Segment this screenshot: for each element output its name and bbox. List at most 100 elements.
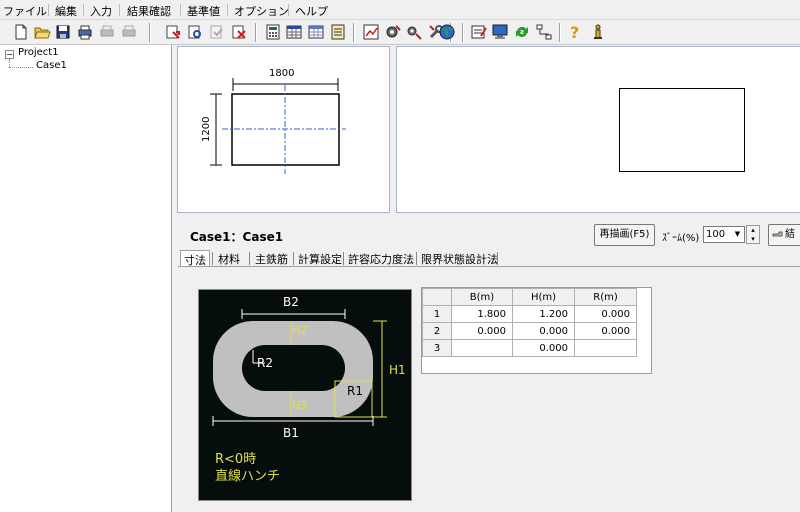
label-h3: H3	[292, 399, 308, 412]
tab-dimensions[interactable]: 寸法	[180, 250, 210, 267]
cell-b[interactable]: 1.800	[451, 305, 513, 323]
zoom-select[interactable]: 100 ▼	[703, 226, 745, 243]
redraw-button[interactable]: 再描画(F5)	[594, 224, 655, 246]
case-title: Case1：Case1	[190, 230, 284, 244]
cell-r[interactable]: 0.000	[574, 322, 637, 340]
print-preview-icon	[98, 23, 116, 41]
label-b1: B1	[283, 426, 299, 440]
new-file-icon[interactable]	[12, 23, 30, 41]
toolbar: ?	[0, 20, 800, 45]
menu-results[interactable]: 結果確認	[127, 3, 171, 19]
menu-file[interactable]: ファイル	[3, 3, 47, 19]
cell-h[interactable]: 1.200	[512, 305, 575, 323]
print-icon[interactable]	[76, 23, 94, 41]
overview-rectangle	[619, 88, 745, 172]
table-row: 2 0.000 0.000 0.000	[422, 322, 637, 340]
toolbar-separator	[255, 23, 257, 42]
svg-text:?: ?	[570, 23, 579, 41]
tab-limit-state[interactable]: 限界状態設計法	[418, 250, 501, 267]
column-header-r: R(m)	[574, 288, 637, 306]
save-icon[interactable]	[54, 23, 72, 41]
tab-materials[interactable]: 材料	[215, 250, 243, 267]
find-data-icon[interactable]	[186, 23, 204, 41]
menu-separator	[180, 4, 181, 16]
menu-standards[interactable]: 基準値	[187, 3, 220, 19]
cell-b[interactable]: 0.000	[451, 322, 513, 340]
menu-separator	[288, 4, 289, 16]
tab-separator	[343, 252, 344, 265]
grid-icon[interactable]	[307, 23, 325, 41]
monitor-icon[interactable]	[491, 23, 509, 41]
tab-separator	[249, 252, 250, 265]
chart-icon[interactable]	[362, 23, 380, 41]
column-header-b: B(m)	[451, 288, 513, 306]
menu-edit[interactable]: 編集	[55, 3, 77, 19]
tab-separator	[212, 252, 213, 265]
cell-r[interactable]: 0.000	[574, 305, 637, 323]
label-r1: R1	[347, 384, 363, 398]
chevron-down-icon[interactable]: ▼	[731, 227, 744, 242]
toolbar-separator	[462, 23, 464, 42]
cell-h[interactable]: 0.000	[512, 339, 575, 357]
calculate-icon[interactable]	[264, 23, 282, 41]
tree-item-case[interactable]: Case1	[36, 60, 67, 71]
label-r2: R2	[257, 356, 273, 370]
tab-calc-settings[interactable]: 計算設定	[295, 250, 345, 267]
menu-help[interactable]: ヘルプ	[295, 3, 328, 19]
label-h2: H2	[292, 324, 308, 337]
print-setup-icon	[120, 23, 138, 41]
help-icon[interactable]: ?	[566, 23, 584, 41]
spin-down-icon[interactable]: ▾	[747, 235, 759, 244]
settings-gear-icon[interactable]	[384, 23, 402, 41]
tab-separator	[497, 252, 498, 265]
column-header-h: H(m)	[512, 288, 575, 306]
menu-bar: ファイル 編集 入力 結果確認 基準値 オプション ヘルプ	[0, 0, 800, 20]
note-line-2: 直線ハンチ	[215, 469, 281, 484]
network-icon[interactable]	[535, 23, 553, 41]
cell-h[interactable]: 0.000	[512, 322, 575, 340]
tree-expander[interactable]: −	[5, 50, 14, 59]
project-tree: − Project1 Case1	[0, 45, 172, 512]
label-h1: H1	[389, 363, 406, 377]
about-icon[interactable]	[589, 23, 607, 41]
table-header-row: B(m) H(m) R(m)	[422, 288, 637, 306]
row-number: 3	[422, 339, 452, 357]
tree-connector	[9, 59, 10, 67]
width-dimension-label: 1800	[269, 68, 295, 79]
open-folder-icon[interactable]	[33, 23, 51, 41]
tree-item-project[interactable]: Project1	[18, 47, 59, 58]
height-dimension-label: 1200	[201, 116, 212, 142]
toolbar-separator	[149, 23, 151, 42]
delete-data-icon[interactable]	[230, 23, 248, 41]
cross-section-diagram: B2 B1 H1 H2 H3 R1 R2 R<0時 直線ハンチ	[198, 289, 412, 501]
tools-icon[interactable]	[405, 23, 423, 41]
zoom-label: ｽﾞｰﾑ(%)	[662, 233, 700, 244]
table-row: 3 0.000	[422, 339, 637, 357]
result-button-label: 結	[785, 229, 795, 240]
cell-b[interactable]	[451, 339, 513, 357]
hand-pointer-icon	[772, 228, 784, 240]
report-icon[interactable]	[329, 23, 347, 41]
overview-preview	[396, 46, 800, 213]
zoom-spinner[interactable]: ▴ ▾	[746, 225, 760, 244]
toolbar-separator	[559, 23, 561, 42]
spin-up-icon[interactable]: ▴	[747, 226, 759, 235]
row-number: 2	[422, 322, 452, 340]
table-icon[interactable]	[285, 23, 303, 41]
input-data-icon[interactable]	[164, 23, 182, 41]
menu-input[interactable]: 入力	[90, 3, 112, 19]
cell-r[interactable]	[574, 339, 637, 357]
globe-icon[interactable]	[438, 23, 456, 41]
row-number: 1	[422, 305, 452, 323]
corner-cell	[422, 288, 452, 306]
result-button[interactable]: 結	[768, 224, 800, 246]
tab-separator	[416, 252, 417, 265]
menu-options[interactable]: オプション	[234, 3, 289, 19]
refresh-icon[interactable]	[513, 23, 531, 41]
edit-form-icon[interactable]	[470, 23, 488, 41]
tab-main-rebar[interactable]: 主鉄筋	[252, 250, 291, 267]
toolbar-separator	[353, 23, 355, 42]
menu-separator	[119, 4, 120, 16]
tab-allowable-stress[interactable]: 許容応力度法	[345, 250, 417, 267]
menu-separator	[83, 4, 84, 16]
